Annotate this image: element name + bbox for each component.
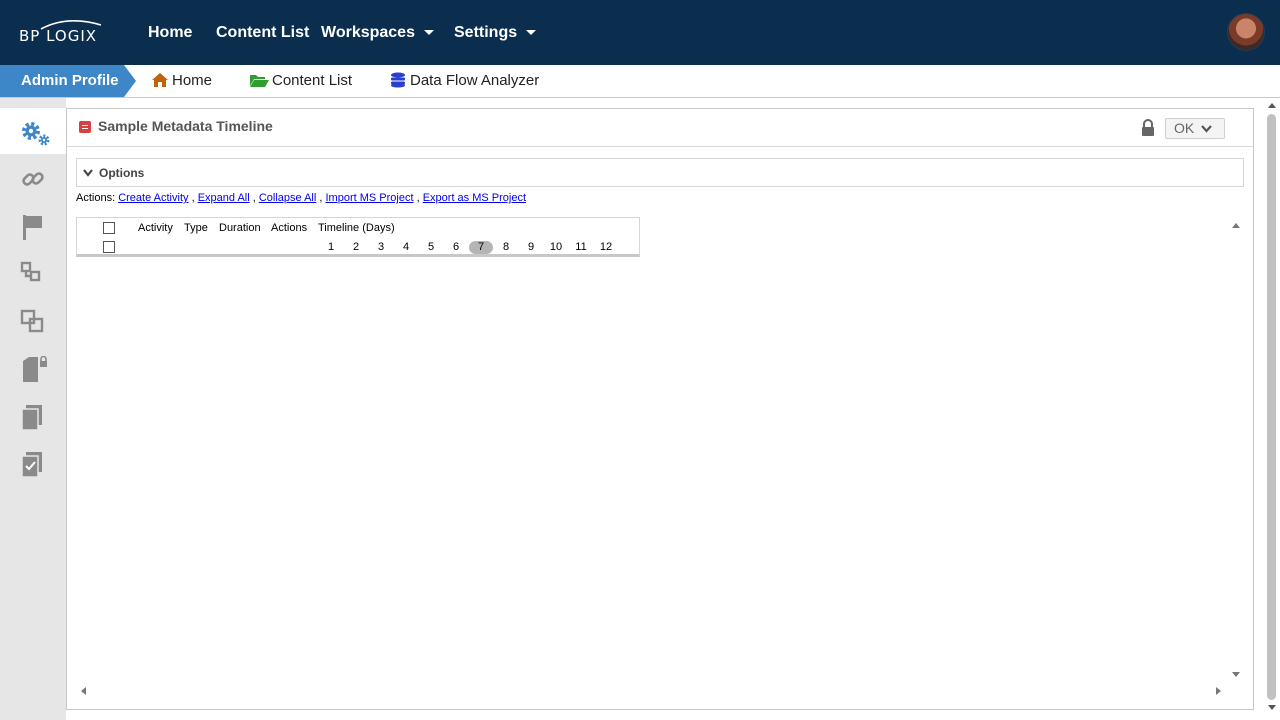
sidebar-item-flags[interactable] <box>0 202 66 248</box>
flag-icon <box>23 215 42 240</box>
sidebar-item-locked-document[interactable] <box>0 345 66 391</box>
actions-row: Actions: Create Activity , Expand All , … <box>76 192 527 204</box>
sidebar-item-checked-document[interactable] <box>0 440 66 486</box>
database-icon <box>391 72 405 88</box>
export-ms-project-link[interactable]: Export as MS Project <box>423 192 526 204</box>
checked-document-icon <box>21 452 42 478</box>
timeline-day-current: 7 <box>469 241 493 254</box>
breadcrumb-home[interactable]: Home <box>151 65 212 97</box>
expand-all-link[interactable]: Expand All <box>198 192 250 204</box>
column-header-timeline: Timeline (Days) <box>318 222 395 234</box>
sidebar-item-links[interactable] <box>0 155 66 201</box>
options-label: Options <box>99 166 145 180</box>
sidebar-item-documents[interactable] <box>0 393 66 439</box>
breadcrumb: Admin Profile Home Content List Data Flo… <box>0 65 1280 98</box>
timeline-day: 3 <box>377 241 385 253</box>
logo-text: BP LOGIX <box>19 27 98 45</box>
timeline-table: Activity Type Duration Actions Timeline … <box>76 217 640 257</box>
scroll-right-icon[interactable] <box>1215 686 1222 696</box>
admin-profile-label: Admin Profile <box>21 72 119 89</box>
actions-prefix: Actions: <box>76 192 116 204</box>
page-scrollbar[interactable] <box>1264 98 1280 710</box>
breadcrumb-content-list-label: Content List <box>272 72 353 89</box>
panel-header: Sample Metadata Timeline OK <box>67 109 1253 147</box>
top-navigation-bar: BP LOGIX Home Content List Workspaces Se… <box>0 0 1280 65</box>
topnav-content-list[interactable]: Content List <box>216 0 309 65</box>
chevron-down-icon <box>1201 125 1212 133</box>
topnav-home-label: Home <box>148 24 193 41</box>
breadcrumb-arrow <box>124 65 136 97</box>
sidebar-item-workflow[interactable] <box>0 249 66 295</box>
scrollbar-thumb[interactable] <box>1267 114 1276 700</box>
import-ms-project-link[interactable]: Import MS Project <box>326 192 414 204</box>
scroll-down-icon[interactable] <box>1267 704 1277 711</box>
user-avatar[interactable] <box>1227 13 1265 51</box>
documents-icon <box>21 405 42 431</box>
timeline-day: 12 <box>599 241 613 253</box>
breadcrumb-home-label: Home <box>172 72 213 89</box>
topnav-workspaces[interactable]: Workspaces <box>321 0 434 65</box>
form-panel: Sample Metadata Timeline OK Options Acti… <box>66 108 1254 710</box>
breadcrumb-data-flow-analyzer[interactable]: Data Flow Analyzer <box>389 65 539 97</box>
page-title: Sample Metadata Timeline <box>98 118 273 134</box>
workflow-icon <box>20 261 41 282</box>
column-header-duration: Duration <box>219 222 261 234</box>
bp-logix-logo[interactable]: BP LOGIX <box>19 19 109 47</box>
column-header-activity: Activity <box>138 222 173 234</box>
chevron-down-icon <box>423 30 434 36</box>
sidebar-item-properties[interactable] <box>0 108 66 154</box>
link-icon <box>22 172 44 186</box>
scroll-up-icon[interactable] <box>1267 102 1277 109</box>
home-icon <box>152 73 168 87</box>
scroll-down-icon[interactable] <box>1231 671 1241 678</box>
gears-icon <box>22 122 50 146</box>
collapse-all-link[interactable]: Collapse All <box>259 192 316 204</box>
copy-squares-icon <box>20 309 44 333</box>
column-header-actions: Actions <box>271 222 308 234</box>
topnav-content-list-label: Content List <box>216 24 310 41</box>
admin-profile-tab[interactable]: Admin Profile <box>0 65 124 97</box>
column-header-type: Type <box>184 222 208 234</box>
breadcrumb-data-flow-analyzer-label: Data Flow Analyzer <box>410 72 540 89</box>
row-checkbox[interactable] <box>103 241 115 253</box>
timeline-day: 2 <box>352 241 360 253</box>
lock-icon[interactable] <box>1141 119 1155 137</box>
scroll-left-icon[interactable] <box>80 686 87 696</box>
breadcrumb-content-list[interactable]: Content List <box>249 65 352 97</box>
ok-button[interactable]: OK <box>1165 118 1225 139</box>
chevron-down-icon <box>526 30 537 36</box>
form-icon <box>79 121 91 133</box>
topnav-settings[interactable]: Settings <box>454 0 537 65</box>
timeline-day: 6 <box>452 241 460 253</box>
scroll-up-icon[interactable] <box>1231 222 1241 229</box>
topnav-workspaces-label: Workspaces <box>321 24 415 41</box>
timeline-day: 5 <box>427 241 435 253</box>
chevron-down-icon <box>83 169 93 177</box>
timeline-day: 10 <box>549 241 563 253</box>
sidebar <box>0 98 66 720</box>
sidebar-item-copy[interactable] <box>0 298 66 344</box>
timeline-day: 4 <box>402 241 410 253</box>
create-activity-link[interactable]: Create Activity <box>118 192 188 204</box>
topnav-settings-label: Settings <box>454 24 518 41</box>
timeline-day: 11 <box>575 241 587 253</box>
timeline-day: 9 <box>527 241 535 253</box>
ok-button-label: OK <box>1174 120 1195 136</box>
select-all-checkbox[interactable] <box>103 222 115 234</box>
timeline-day: 1 <box>327 241 335 253</box>
timeline-day: 8 <box>502 241 510 253</box>
locked-document-icon <box>23 356 47 382</box>
topnav-home[interactable]: Home <box>148 0 192 65</box>
options-toggle[interactable]: Options <box>76 158 1244 187</box>
folder-open-icon <box>250 75 269 87</box>
